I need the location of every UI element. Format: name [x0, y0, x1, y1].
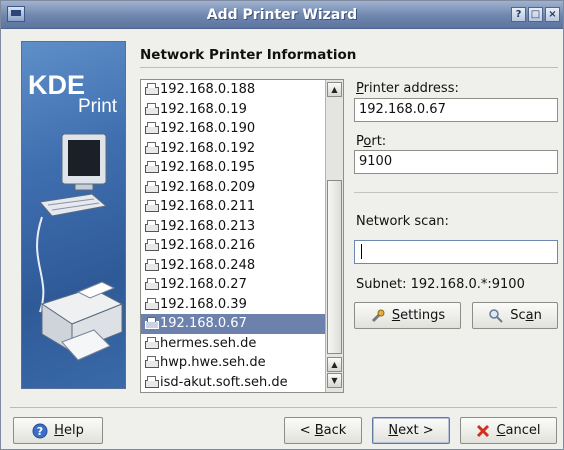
list-scrollbar[interactable]: ▲ ▲ ▼: [325, 80, 343, 392]
add-printer-wizard-window: Add Printer Wizard ? □ × KDE Print Netwo…: [0, 0, 564, 450]
printer-list-item[interactable]: 192.168.0.188: [141, 80, 325, 100]
printer-icon: [144, 219, 159, 232]
printer-host-label: 192.168.0.27: [160, 277, 247, 292]
printer-list-item[interactable]: hwp.hwe.seh.de: [141, 353, 325, 373]
printer-list-item[interactable]: 192.168.0.216: [141, 236, 325, 256]
printer-icon: [144, 102, 159, 115]
printer-list-item[interactable]: 192.168.0.19: [141, 100, 325, 120]
scroll-down-arrow-icon[interactable]: ▼: [327, 373, 342, 388]
printer-host-label: 192.168.0.67: [160, 316, 247, 331]
magnifier-icon: [489, 308, 503, 323]
printer-list-item[interactable]: 192.168.0.39: [141, 295, 325, 315]
printer-host-label: 192.168.0.188: [160, 82, 256, 97]
printer-host-label: 192.168.0.192: [160, 140, 256, 156]
computer-printer-illustration: [36, 133, 124, 361]
printer-host-label: 192.168.0.190: [160, 121, 256, 136]
window-title: Add Printer Wizard: [206, 7, 358, 23]
title-bar[interactable]: Add Printer Wizard ? □ ×: [1, 1, 563, 29]
network-scan-label: Network scan:: [356, 214, 449, 229]
text-caret: [361, 244, 362, 259]
kde-print-banner: KDE Print: [21, 41, 126, 389]
printer-host-label: 192.168.0.213: [160, 218, 256, 234]
printer-list-item[interactable]: 192.168.0.195: [141, 158, 325, 178]
printer-host-label: 192.168.0.39: [160, 296, 247, 312]
printer-icon: [144, 141, 159, 154]
printer-list-item[interactable]: 192.168.0.213: [141, 217, 325, 237]
printer-icon: [144, 180, 159, 193]
scrollbar-thumb[interactable]: [327, 180, 342, 354]
printer-icon: [144, 375, 159, 388]
printer-icon: [144, 297, 159, 310]
printer-address-label: Printer address:: [356, 81, 459, 96]
printer-list-item[interactable]: hermes.seh.de: [141, 334, 325, 354]
printer-list-item[interactable]: 192.168.0.192: [141, 139, 325, 159]
printer-list[interactable]: 192.168.0.188 192.168.0.19 192.168.0.190 19…: [141, 80, 325, 392]
printer-list-item[interactable]: 192.168.0.27: [141, 275, 325, 295]
back-button[interactable]: < Back: [284, 417, 362, 444]
cancel-x-icon: [477, 424, 490, 437]
settings-button[interactable]: Settings: [354, 302, 461, 329]
page-title: Network Printer Information: [140, 47, 357, 63]
next-button[interactable]: Next >: [372, 417, 450, 444]
printer-icon: [144, 316, 159, 329]
printer-icon: [144, 277, 159, 290]
printer-address-field[interactable]: 192.168.0.67: [354, 98, 558, 122]
printer-icon: [144, 258, 159, 271]
printer-icon: [144, 238, 159, 251]
printer-list-item[interactable]: 192.168.0.248: [141, 256, 325, 276]
network-scan-progress-field[interactable]: [354, 240, 558, 264]
subnet-text: Subnet: 192.168.0.*:9100: [356, 277, 525, 292]
printer-host-label: 192.168.0.216: [160, 238, 256, 253]
scroll-up-arrow-icon[interactable]: ▲: [327, 82, 342, 97]
printer-list-item[interactable]: 192.168.0.67: [141, 314, 325, 334]
footer-divider: [10, 407, 557, 408]
wrench-icon: [371, 309, 385, 322]
svg-text:?: ?: [37, 425, 43, 438]
cancel-button[interactable]: Cancel: [460, 417, 557, 444]
printer-list-item[interactable]: 192.168.0.209: [141, 178, 325, 198]
printer-icon: [144, 355, 159, 368]
form-divider: [354, 192, 558, 193]
scan-button[interactable]: Scan: [472, 302, 558, 329]
printer-host-label: 192.168.0.19: [160, 101, 247, 117]
help-button[interactable]: ? Help: [13, 417, 103, 444]
printer-host-label: hwp.hwe.seh.de: [160, 355, 266, 370]
printer-host-label: 192.168.0.209: [160, 179, 256, 195]
scroll-up-arrow-icon[interactable]: ▲: [327, 357, 342, 372]
printer-list-item[interactable]: isd-akut.soft.seh.de: [141, 373, 325, 393]
printer-icon: [144, 160, 159, 173]
printer-host-label: 192.168.0.248: [160, 257, 256, 273]
port-field[interactable]: 9100: [354, 150, 558, 174]
help-title-button[interactable]: ?: [511, 7, 526, 22]
printer-host-label: 192.168.0.211: [160, 199, 256, 214]
help-icon: ?: [32, 423, 48, 438]
printer-host-label: 192.168.0.195: [160, 160, 256, 175]
printer-icon: [144, 121, 159, 134]
printer-icon: [144, 199, 159, 212]
port-label-text: Port:: [356, 134, 387, 149]
close-button[interactable]: ×: [545, 7, 560, 22]
printer-icon: [144, 82, 159, 95]
printer-list-box[interactable]: 192.168.0.188 192.168.0.19 192.168.0.190 19…: [140, 79, 344, 393]
title-divider: [140, 67, 558, 68]
printer-list-item[interactable]: 192.168.0.190: [141, 119, 325, 139]
printer-host-label: isd-akut.soft.seh.de: [160, 374, 288, 390]
printer-host-label: hermes.seh.de: [160, 335, 257, 351]
printer-icon: [144, 336, 159, 349]
printer-list-item[interactable]: 192.168.0.211: [141, 197, 325, 217]
maximize-button[interactable]: □: [528, 7, 543, 22]
